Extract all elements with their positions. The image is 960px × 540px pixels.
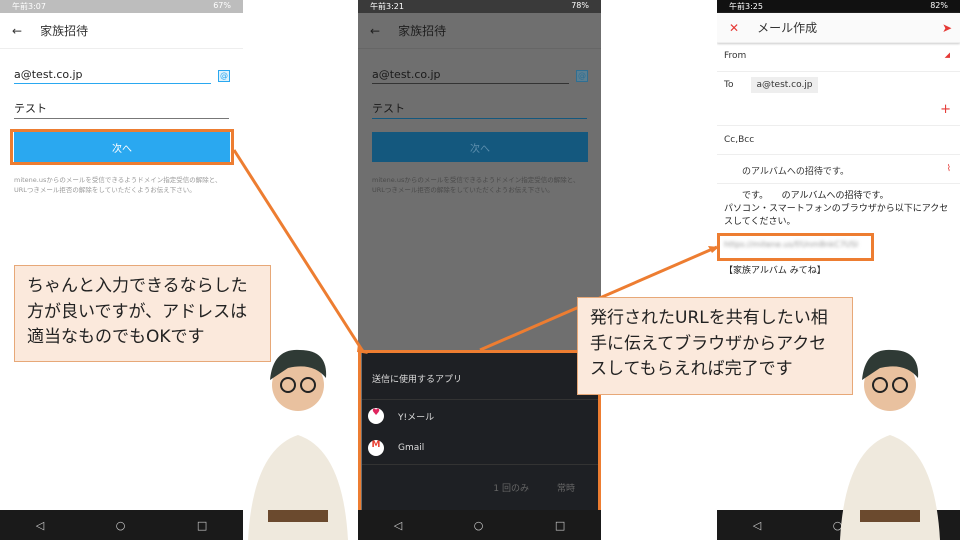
to-row[interactable]: To a@test.co.jp + — [717, 72, 960, 126]
back-icon[interactable]: ◁ — [753, 519, 761, 532]
callout-right: 発行されたURLを共有したい相手に伝えてブラウザからアクセスしてもらえれば完了で… — [577, 297, 853, 395]
page-title: 家族招待 — [40, 24, 89, 38]
contacts-icon[interactable]: @ — [218, 70, 230, 82]
email-field[interactable]: a@test.co.jp — [14, 68, 211, 84]
home-icon[interactable]: ○ — [474, 519, 484, 532]
status-bar: 午前3:25 82% — [717, 0, 960, 13]
close-icon[interactable]: ✕ — [729, 21, 739, 35]
highlight-box — [10, 129, 234, 165]
recents-icon[interactable]: □ — [197, 519, 207, 532]
back-icon[interactable]: ◁ — [36, 519, 44, 532]
contacts-icon[interactable]: @ — [576, 70, 588, 82]
back-arrow-icon[interactable]: ← — [12, 24, 22, 38]
name-field[interactable]: テスト — [372, 100, 587, 119]
highlight-box — [717, 233, 874, 261]
from-row[interactable]: From ◢ — [717, 45, 960, 72]
note-text: mitene.usからのメールを受信できるようドメイン指定受信の解除と、URLつ… — [14, 176, 222, 195]
email-field[interactable]: a@test.co.jp — [372, 68, 569, 84]
back-arrow-icon[interactable]: ← — [370, 24, 380, 38]
recents-icon[interactable]: □ — [555, 519, 565, 532]
attach-icon[interactable]: ⌇ — [947, 164, 951, 174]
dropdown-icon[interactable]: ◢ — [945, 51, 950, 59]
character-illustration-right — [840, 349, 940, 540]
callout-left: ちゃんと入力できるならした方が良いですが、アドレスは適当なものでもOKです — [14, 265, 271, 362]
nav-bar: ◁ ○ □ — [358, 510, 601, 540]
back-icon[interactable]: ◁ — [394, 519, 402, 532]
page-title: 家族招待 — [398, 24, 447, 38]
recipient-chip[interactable]: a@test.co.jp — [751, 77, 818, 93]
character-illustration-left — [248, 349, 348, 540]
home-icon[interactable]: ○ — [116, 519, 126, 532]
status-bar: 午前3:07 67% — [0, 0, 243, 13]
ccbcc-row[interactable]: Cc,Bcc — [717, 126, 960, 155]
page-title: メール作成 — [757, 21, 818, 35]
name-field[interactable]: テスト — [14, 100, 229, 119]
add-recipient-icon[interactable]: + — [940, 102, 951, 117]
note-text: mitene.usからのメールを受信できるようドメイン指定受信の解除と、URLつ… — [372, 176, 580, 195]
subject-field[interactable]: のアルバムへの招待です。 ⌇ — [717, 155, 960, 184]
highlight-box — [358, 350, 601, 518]
status-bar: 午前3:21 78% — [358, 0, 601, 13]
send-icon[interactable]: ➤ — [942, 21, 952, 35]
nav-bar: ◁ ○ □ — [0, 510, 243, 540]
next-button[interactable]: 次へ — [372, 132, 588, 162]
phone-screen-app-chooser: 午前3:21 78% ← 家族招待 a@test.co.jp @ テスト 次へ mi… — [358, 0, 601, 540]
